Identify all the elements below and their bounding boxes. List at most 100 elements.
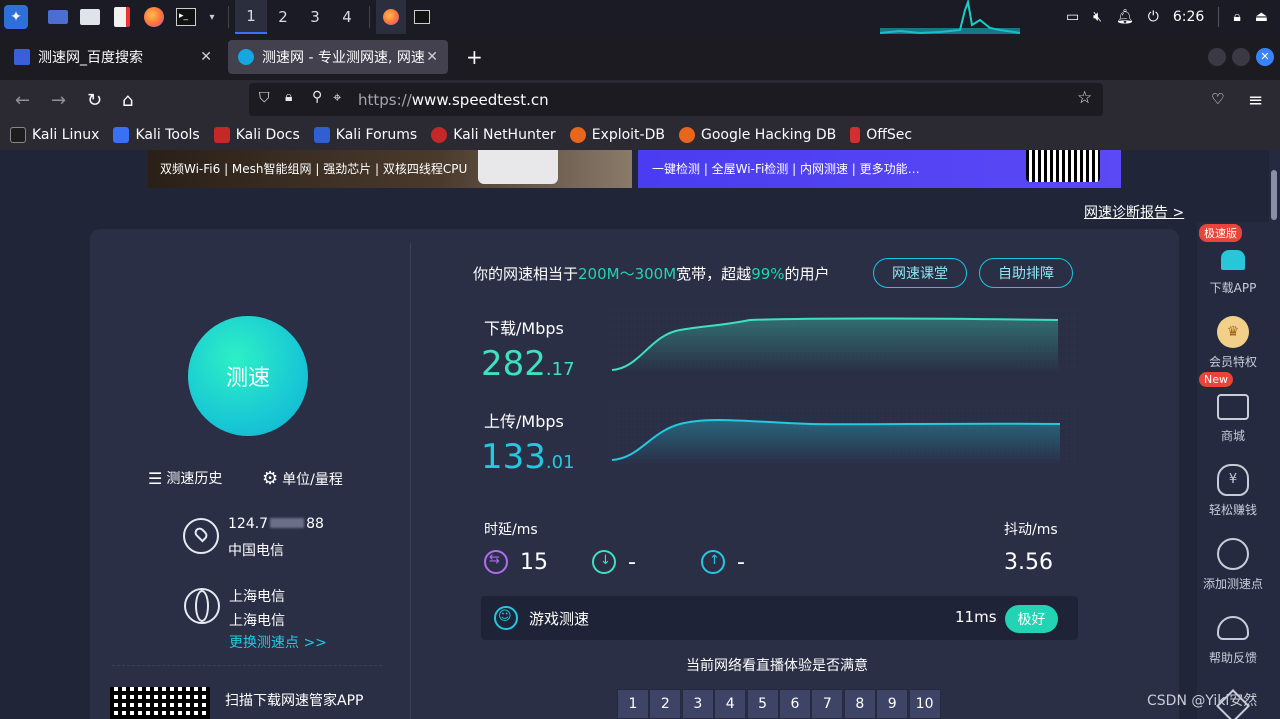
unit-label: 单位/量程: [282, 471, 343, 488]
earn-money-item[interactable]: ¥ 轻松赚钱: [1197, 452, 1269, 524]
url-bar[interactable]: ⛉ 🔒︎ ⚲ ⌖ https://www.speedtest.cn ☆: [249, 83, 1103, 116]
ip-suffix: 88: [306, 516, 324, 532]
forward-arrow-icon[interactable]: →: [51, 90, 66, 111]
close-tab-icon[interactable]: ✕: [200, 49, 212, 65]
kali-menu-icon[interactable]: ✦: [4, 5, 28, 29]
url-text[interactable]: https://www.speedtest.cn: [358, 91, 549, 109]
window-close-icon[interactable]: ✕: [1256, 48, 1274, 66]
jitter-label: 抖动/ms: [1004, 522, 1058, 538]
router-ad-banner[interactable]: 双频Wi-Fi6 | Mesh智能组网 | 强劲芯片 | 双核四线程CPU: [148, 150, 632, 188]
speed-course-button[interactable]: 网速课堂: [873, 258, 967, 288]
firefox-window-icon[interactable]: [376, 0, 406, 34]
desktop-icon[interactable]: [46, 5, 70, 29]
rating-button-2[interactable]: 2: [649, 689, 682, 719]
self-troubleshoot-button[interactable]: 自助排障: [979, 258, 1073, 288]
text-editor-icon[interactable]: [110, 5, 134, 29]
sidebar-label: 轻松赚钱: [1208, 503, 1257, 517]
pocket-icon[interactable]: ♡: [1211, 90, 1224, 108]
tab-title: 测速网_百度搜索: [38, 50, 143, 66]
file-manager-icon[interactable]: [78, 5, 102, 29]
bookmark-label: Kali Forums: [335, 127, 418, 143]
start-test-label: 测速: [225, 366, 270, 391]
help-feedback-item[interactable]: 帮助反馈: [1197, 600, 1269, 672]
close-tab-icon[interactable]: ✕: [426, 49, 438, 65]
speed-report-link[interactable]: 网速诊断报告 >: [1084, 202, 1184, 222]
rating-button-6[interactable]: 6: [779, 689, 811, 719]
terminal-icon[interactable]: ▸_: [174, 5, 198, 29]
terminal-window-icon[interactable]: [410, 5, 434, 29]
back-arrow-icon[interactable]: ←: [15, 90, 30, 111]
change-server-link[interactable]: 更换测速点 >>: [229, 632, 327, 652]
summary-prefix: 你的网速相当于: [473, 265, 579, 283]
location-pin-icon[interactable]: ⌖: [333, 88, 341, 106]
rating-button-7[interactable]: 7: [811, 689, 844, 719]
workspace-2[interactable]: 2: [267, 0, 299, 34]
download-app-item[interactable]: 极速版 下载APP: [1197, 224, 1269, 302]
add-test-point-item[interactable]: 添加测速点: [1197, 526, 1269, 598]
gear-icon: ⚙: [262, 468, 279, 489]
bookmark-offsec[interactable]: OffSec: [850, 127, 912, 143]
tools-ad-banner[interactable]: 一键检测 | 全屋Wi-Fi检测 | 内网测速 | 更多功能…: [638, 150, 1121, 188]
shop-item[interactable]: New 商城: [1197, 372, 1269, 450]
firefox-icon[interactable]: [142, 5, 166, 29]
rating-button-3[interactable]: 3: [681, 689, 714, 719]
page-content: 双频Wi-Fi6 | Mesh智能组网 | 强劲芯片 | 双核四线程CPU 一键…: [0, 150, 1280, 719]
tab-baidu[interactable]: 测速网_百度搜索 ✕: [4, 40, 222, 74]
start-test-button[interactable]: 测速: [188, 316, 308, 436]
volume-muted-icon[interactable]: 🔇︎: [1093, 9, 1102, 25]
home-icon[interactable]: ⌂: [122, 90, 133, 111]
location-pin-icon: [183, 518, 219, 554]
android-icon: [1217, 242, 1249, 274]
summary-mid: 宽带，超越: [676, 265, 752, 283]
minimize-button[interactable]: [1208, 48, 1226, 66]
bookmark-kali-forums[interactable]: Kali Forums: [313, 127, 418, 143]
bookmark-kali-linux[interactable]: Kali Linux: [10, 127, 99, 143]
bookmark-star-icon[interactable]: ☆: [1077, 88, 1092, 108]
qr-code-image: [1026, 150, 1100, 182]
new-tab-button[interactable]: +: [456, 40, 493, 74]
rating-button-5[interactable]: 5: [746, 689, 779, 719]
chevron-down-icon[interactable]: ▾: [206, 5, 218, 29]
game-speed-bar[interactable]: ☺ 游戏测速 11ms 极好: [481, 596, 1078, 640]
bookmark-kali-nethunter[interactable]: Kali NetHunter: [431, 127, 556, 143]
lock-icon[interactable]: 🔒︎: [285, 89, 292, 105]
download-int: 282: [481, 344, 546, 384]
power-icon[interactable]: ⏻: [1148, 9, 1159, 25]
sidebar-badge: 极速版: [1199, 224, 1242, 242]
left-separator: [112, 665, 382, 666]
rating-button-10[interactable]: 10: [908, 689, 941, 719]
scrollbar[interactable]: [1269, 150, 1280, 719]
upload-dec: .01: [545, 452, 575, 473]
maximize-button[interactable]: [1232, 48, 1250, 66]
shield-icon[interactable]: ⛉: [259, 90, 270, 106]
rating-button-1[interactable]: 1: [617, 689, 649, 719]
rating-button-4[interactable]: 4: [714, 689, 747, 719]
tab-speedtest[interactable]: 测速网 - 专业测网速, 网速 ✕: [228, 40, 448, 74]
permissions-icon[interactable]: ⚲: [312, 89, 322, 105]
bookmark-kali-tools[interactable]: Kali Tools: [113, 127, 200, 143]
latency-value: 15: [520, 550, 548, 575]
bookmark-exploit-db[interactable]: Exploit-DB: [569, 127, 665, 143]
reload-icon[interactable]: ↻: [87, 90, 102, 111]
logout-icon[interactable]: ⏏: [1255, 9, 1268, 25]
bookmark-google-hacking-db[interactable]: Google Hacking DB: [678, 127, 836, 143]
notification-bell-icon[interactable]: 🔔︎: [1116, 9, 1134, 25]
unit-button[interactable]: ⚙ 单位/量程: [262, 468, 343, 489]
scrollbar-thumb[interactable]: [1271, 170, 1277, 220]
clock[interactable]: 6:26: [1173, 9, 1204, 25]
workspace-4[interactable]: 4: [331, 0, 363, 34]
display-icon[interactable]: ▭: [1066, 9, 1079, 25]
workspace-3[interactable]: 3: [299, 0, 331, 34]
rating-button-9[interactable]: 9: [876, 689, 909, 719]
rating-button-8[interactable]: 8: [843, 689, 876, 719]
sidebar-label: 会员特权: [1208, 355, 1257, 369]
bookmark-label: Exploit-DB: [591, 127, 665, 143]
summary-band: 200M～300M: [578, 265, 677, 283]
history-button[interactable]: ☰ 测速历史: [148, 468, 222, 488]
menu-icon[interactable]: ≡: [1248, 90, 1263, 111]
member-privileges-item[interactable]: ♛ 会员特权: [1197, 304, 1269, 376]
workspace-1[interactable]: 1: [235, 0, 267, 34]
bookmark-kali-docs[interactable]: Kali Docs: [213, 127, 300, 143]
lock-icon[interactable]: 🔒︎: [1233, 9, 1240, 25]
globe-icon: [184, 588, 220, 624]
